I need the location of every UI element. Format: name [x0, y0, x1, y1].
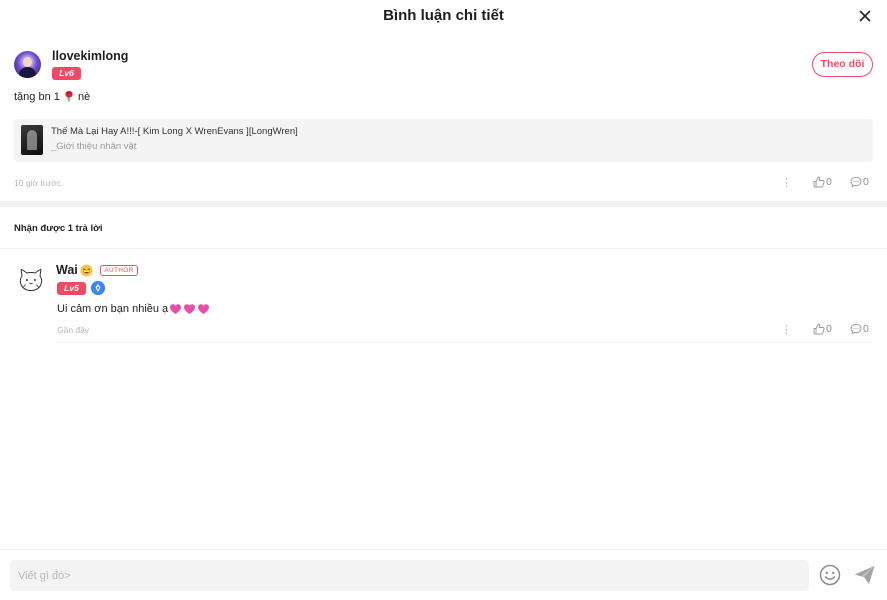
- reply-count: 0: [863, 176, 869, 188]
- reply-text-content: Ui cảm ơn bạn nhiều ạ: [57, 303, 169, 315]
- more-options-icon[interactable]: ⋮: [781, 325, 792, 336]
- divider: [56, 342, 873, 343]
- author-badge: AUTHOR: [100, 265, 138, 276]
- smiley-icon[interactable]: [819, 564, 841, 586]
- comment-text-before: tặng bn 1: [14, 91, 60, 103]
- comment-text: tặng bn 1 nè: [14, 90, 90, 103]
- thumbs-up-icon: [813, 176, 825, 188]
- level-badge: Lv5: [57, 282, 86, 295]
- reply-username-row: Wai: [56, 263, 93, 277]
- heart-icon: [198, 304, 210, 314]
- section-divider: [0, 201, 887, 207]
- page-title: Bình luận chi tiết: [383, 7, 504, 24]
- book-cover-image: [21, 125, 43, 155]
- book-card[interactable]: Thế Mà Lại Hay A!!!-[ Kim Long X WrenEva…: [14, 119, 873, 162]
- reply-username[interactable]: Wai: [56, 263, 78, 277]
- heart-icon: [170, 304, 182, 314]
- avatar[interactable]: [17, 265, 45, 293]
- like-button[interactable]: 0: [813, 323, 832, 335]
- follow-button[interactable]: Theo dõi: [812, 52, 873, 77]
- reply-count: 0: [863, 323, 869, 335]
- comment-composer: [0, 549, 887, 600]
- replies-header: Nhận được 1 trả lời: [14, 223, 103, 234]
- main-comment: llovekimlong Lv6 Theo dõi tặng bn 1 nè T…: [0, 40, 887, 200]
- comment-time: 10 giờ trước: [14, 178, 62, 188]
- like-button[interactable]: 0: [813, 176, 832, 188]
- level-badge: Lv6: [52, 67, 81, 80]
- comment-text-after: nè: [78, 91, 91, 103]
- divider: [0, 248, 887, 249]
- comment-icon: [850, 323, 862, 335]
- reply-button[interactable]: 0: [850, 176, 869, 188]
- grinning-face-icon: [80, 264, 93, 276]
- comment-icon: [850, 176, 862, 188]
- reply-button[interactable]: 0: [850, 323, 869, 335]
- book-chapter: _Giới thiệu nhân vật: [51, 141, 137, 152]
- reply-text: Ui cảm ơn bạn nhiều ạ: [57, 303, 210, 315]
- reply-item: Wai AUTHOR Lv5 Ui cảm ơn bạn nhiều ạ Gần…: [0, 256, 887, 346]
- close-icon[interactable]: [857, 8, 873, 24]
- like-count: 0: [826, 176, 832, 188]
- like-count: 0: [826, 323, 832, 335]
- reply-time: Gần đây: [57, 325, 90, 335]
- comment-username[interactable]: llovekimlong: [52, 49, 128, 63]
- more-options-icon[interactable]: ⋮: [781, 178, 792, 189]
- heart-icon: [184, 304, 196, 314]
- modal-header: Bình luận chi tiết: [0, 0, 887, 34]
- send-icon[interactable]: [853, 564, 876, 586]
- avatar[interactable]: [14, 51, 41, 78]
- thumbs-up-icon: [813, 323, 825, 335]
- book-title: Thế Mà Lại Hay A!!!-[ Kim Long X WrenEva…: [51, 126, 298, 137]
- verified-icon: [91, 281, 105, 295]
- rose-icon: [65, 91, 73, 102]
- comment-input[interactable]: [10, 560, 809, 591]
